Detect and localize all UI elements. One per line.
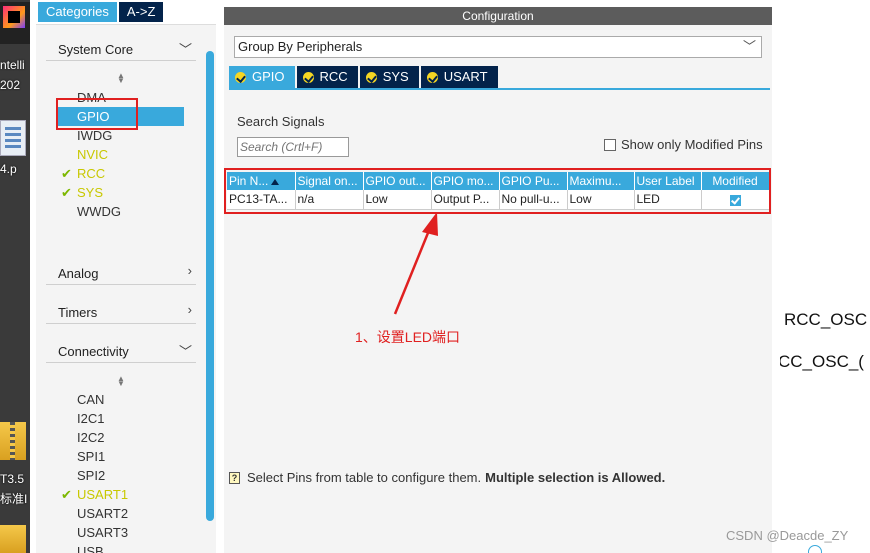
arrow-head — [422, 212, 438, 236]
annotation-arrow — [393, 212, 438, 315]
watermark: CSDN @Deacde_ZY — [726, 528, 849, 543]
annotation-label: 1、设置LED端口 — [355, 329, 461, 345]
right-partial-panel: RCC_OSC CC_OSC_( — [780, 0, 870, 553]
arrow-shaft — [393, 227, 432, 315]
info-icon[interactable] — [808, 545, 822, 553]
rcc-osc-text-2: CC_OSC_( — [780, 352, 864, 371]
rcc-osc-text: RCC_OSC — [784, 310, 868, 329]
screen: ntelli 202 4.p T3.5 标准I Categories A->Z … — [0, 0, 870, 553]
